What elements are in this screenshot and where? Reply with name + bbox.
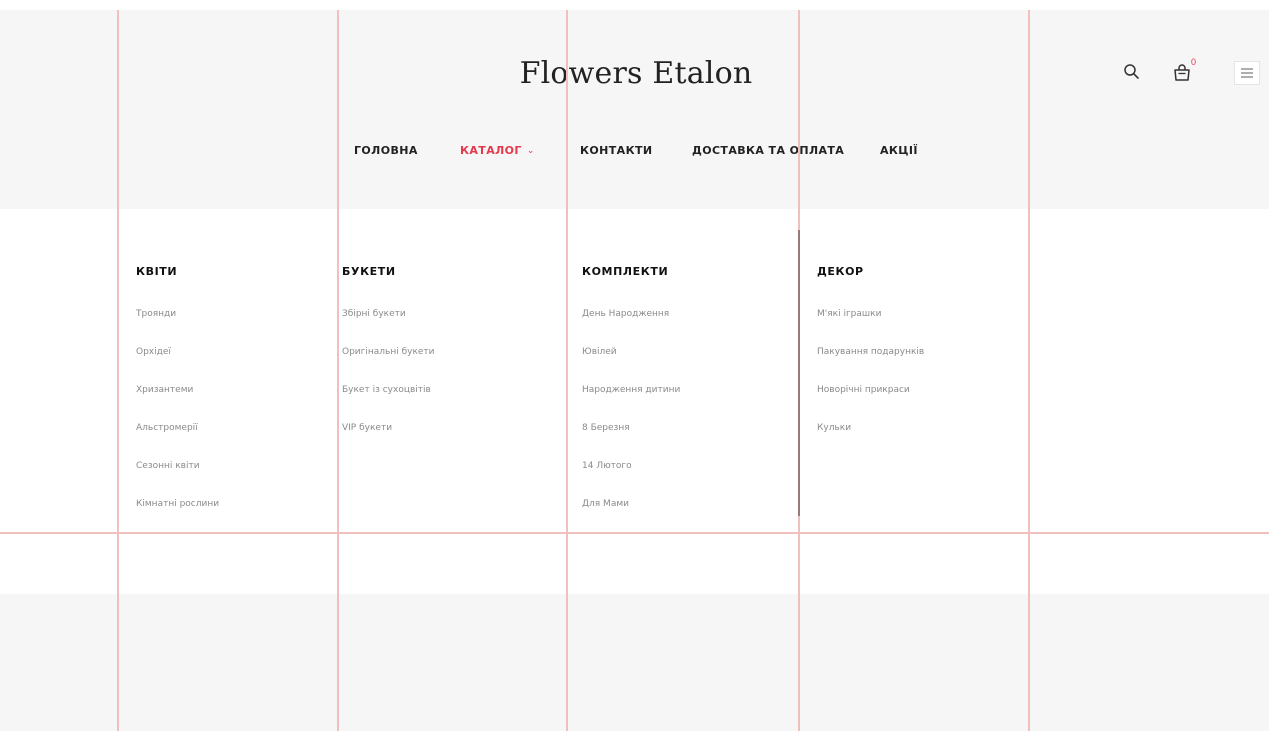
menu-column-title: КВІТИ — [136, 265, 178, 278]
cart-button[interactable]: 0 — [1172, 57, 1202, 86]
grid-guide-line — [566, 10, 568, 731]
bottom-band — [0, 594, 1269, 731]
column-divider-line — [798, 230, 800, 516]
nav-item-label: АКЦІЇ — [880, 144, 918, 157]
menu-link[interactable]: Букет із сухоцвітів — [342, 384, 435, 422]
nav-item-label: КАТАЛОГ — [460, 144, 522, 157]
menu-link[interactable]: Пакування подарунків — [817, 346, 924, 384]
menu-list: М'які іграшки Пакування подарунків Новор… — [817, 308, 924, 460]
search-button[interactable] — [1122, 60, 1144, 86]
nav-item-label: ГОЛОВНА — [354, 144, 418, 157]
cart-count-badge: 0 — [1191, 57, 1197, 67]
menu-link[interactable]: 8 Березня — [582, 422, 680, 460]
nav-item-contacts[interactable]: КОНТАКТИ — [580, 144, 652, 157]
menu-column-decor: ДЕКОР М'які іграшки Пакування подарунків… — [817, 265, 924, 460]
menu-link[interactable]: VIP букети — [342, 422, 435, 460]
menu-link[interactable]: М'які іграшки — [817, 308, 924, 346]
menu-column-flowers: КВІТИ Троянди Орхідеї Хризантеми Альстро… — [136, 265, 219, 536]
menu-link[interactable]: День Народження — [582, 308, 680, 346]
menu-link[interactable]: Кімнатні рослини — [136, 498, 219, 536]
main-navigation: ГОЛОВНА КАТАЛОГ ⌄ КОНТАКТИ ДОСТАВКА ТА ОП… — [0, 144, 1269, 160]
header-icons: 0 — [1110, 57, 1269, 90]
nav-item-catalog[interactable]: КАТАЛОГ ⌄ — [460, 144, 535, 157]
menu-link[interactable]: Орхідеї — [136, 346, 219, 384]
nav-item-promotions[interactable]: АКЦІЇ — [880, 144, 918, 157]
menu-link[interactable]: Кульки — [817, 422, 924, 460]
mega-menu: КВІТИ Троянди Орхідеї Хризантеми Альстро… — [0, 209, 1269, 532]
chevron-down-icon: ⌄ — [526, 146, 535, 156]
menu-column-title: БУКЕТИ — [342, 265, 396, 278]
menu-list: Збірні букети Оригінальні букети Букет і… — [342, 308, 435, 460]
menu-list: День Народження Ювілей Народження дитини… — [582, 308, 680, 536]
nav-item-label: ДОСТАВКА ТА ОПЛАТА — [692, 144, 845, 157]
nav-item-home[interactable]: ГОЛОВНА — [354, 144, 418, 157]
nav-item-label: КОНТАКТИ — [580, 144, 653, 157]
grid-guide-line — [117, 10, 119, 731]
nav-item-delivery[interactable]: ДОСТАВКА ТА ОПЛАТА — [692, 144, 844, 157]
menu-column-title: КОМПЛЕКТИ — [582, 265, 669, 278]
menu-column-title: ДЕКОР — [817, 265, 864, 278]
menu-link[interactable]: Новорічні прикраси — [817, 384, 924, 422]
menu-toggle-button[interactable] — [1234, 61, 1260, 85]
menu-column-bouquets: БУКЕТИ Збірні букети Оригінальні букети … — [342, 265, 435, 460]
menu-list: Троянди Орхідеї Хризантеми Альстромерії … — [136, 308, 219, 536]
spacer — [0, 534, 1269, 594]
site-logo[interactable]: Flowers Etalon — [436, 56, 836, 91]
hamburger-menu-icon — [1241, 68, 1253, 78]
menu-link[interactable]: Збірні букети — [342, 308, 435, 346]
search-icon — [1124, 64, 1139, 79]
menu-link[interactable]: Ювілей — [582, 346, 680, 384]
header-band — [0, 10, 1269, 209]
menu-link[interactable]: 14 Лютого — [582, 460, 680, 498]
grid-guide-line — [337, 10, 339, 731]
menu-link[interactable]: Троянди — [136, 308, 219, 346]
menu-column-sets: КОМПЛЕКТИ День Народження Ювілей Народже… — [582, 265, 680, 536]
shopping-bag-icon — [1174, 64, 1190, 81]
menu-link[interactable]: Альстромерії — [136, 422, 219, 460]
grid-guide-line — [1028, 10, 1030, 731]
menu-link[interactable]: Оригінальні букети — [342, 346, 435, 384]
menu-link[interactable]: Народження дитини — [582, 384, 680, 422]
menu-link[interactable]: Хризантеми — [136, 384, 219, 422]
menu-link[interactable]: Для Мами — [582, 498, 680, 536]
menu-link[interactable]: Сезонні квіти — [136, 460, 219, 498]
